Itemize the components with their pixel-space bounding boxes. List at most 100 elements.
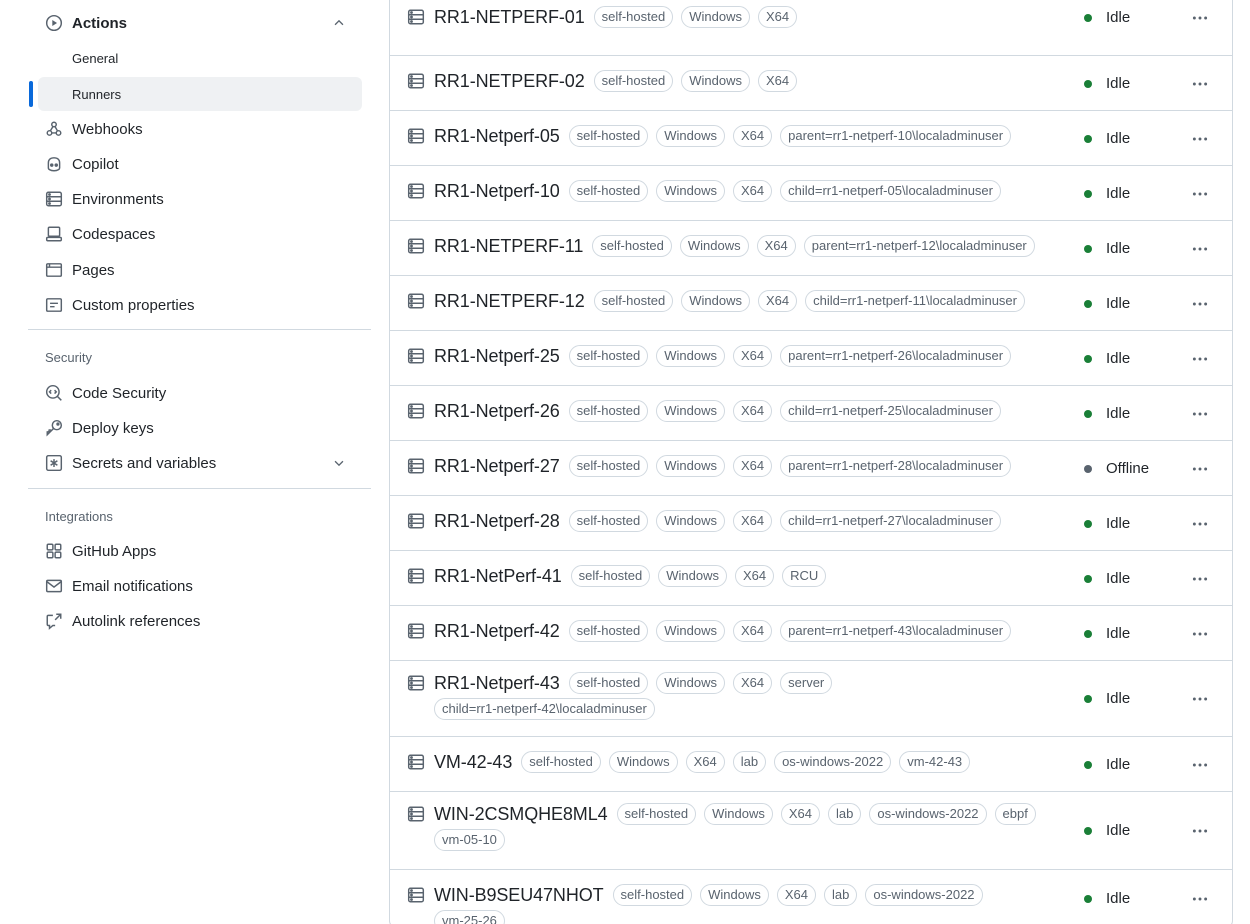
sidebar-item-webhooks[interactable]: Webhooks xyxy=(38,112,362,146)
runner-row: RR1-NETPERF-11 self-hosted Windows X64 paren… xyxy=(390,220,1232,275)
status-text: Idle xyxy=(1106,350,1131,367)
sidebar-item-label: Environments xyxy=(72,190,164,208)
runner-label-tag: child=rr1-netperf-11\localadminuser xyxy=(805,290,1025,312)
kebab-menu-icon[interactable] xyxy=(1190,349,1210,369)
kebab-menu-icon[interactable] xyxy=(1190,294,1210,314)
status-text: Idle xyxy=(1106,240,1131,257)
runner-label-tag: vm-42-43 xyxy=(899,751,971,773)
runner-name-link[interactable]: RR1-NETPERF-11 xyxy=(434,236,583,257)
server-icon xyxy=(406,8,426,26)
runner-label-tag: parent=rr1-netperf-28\localadminuser xyxy=(780,455,1012,477)
runner-status: Idle xyxy=(1084,570,1130,587)
runner-name-link[interactable]: RR1-Netperf-42 xyxy=(434,621,560,642)
kebab-menu-icon[interactable] xyxy=(1190,514,1210,534)
sidebar-item-deploy-keys[interactable]: Deploy keys xyxy=(38,411,362,445)
kebab-menu-icon[interactable] xyxy=(1190,755,1210,775)
runner-name-link[interactable]: RR1-Netperf-43 xyxy=(434,673,560,694)
runner-label-tag: parent=rr1-netperf-26\localadminuser xyxy=(780,345,1012,367)
kebab-menu-icon[interactable] xyxy=(1190,184,1210,204)
sidebar-item-email-notifications[interactable]: Email notifications xyxy=(38,569,362,603)
kebab-menu-icon[interactable] xyxy=(1190,239,1210,259)
runner-label-tag: X64 xyxy=(685,751,725,773)
runner-label-tag: os-windows-2022 xyxy=(774,751,892,773)
runner-label-tag: Windows xyxy=(700,884,769,906)
runner-label-tag: X64 xyxy=(733,180,773,202)
status-text: Idle xyxy=(1106,570,1131,587)
kebab-menu-icon[interactable] xyxy=(1190,129,1210,149)
kebab-menu-icon[interactable] xyxy=(1190,821,1210,841)
chevron-up-icon[interactable] xyxy=(332,16,346,30)
runner-name-link[interactable]: WIN-B9SEU47NHOT xyxy=(434,885,604,906)
runner-name-link[interactable]: RR1-Netperf-28 xyxy=(434,511,560,532)
runner-name-link[interactable]: RR1-NETPERF-02 xyxy=(434,71,585,92)
sidebar-item-environments[interactable]: Environments xyxy=(38,182,362,216)
sidebar-divider xyxy=(28,488,371,489)
kebab-menu-icon[interactable] xyxy=(1190,8,1210,28)
server-icon xyxy=(406,622,426,640)
runner-row: RR1-Netperf-10 self-hosted Windows X64 child… xyxy=(390,165,1232,220)
runner-name-link[interactable]: RR1-NETPERF-01 xyxy=(434,7,585,28)
runner-label-tag: os-windows-2022 xyxy=(865,884,983,906)
runner-name-link[interactable]: RR1-Netperf-10 xyxy=(434,181,560,202)
sidebar-item-codespaces[interactable]: Codespaces xyxy=(38,217,362,251)
sidebar-item-autolink-references[interactable]: Autolink references xyxy=(38,604,362,638)
status-dot-icon xyxy=(1084,574,1092,583)
runner-name-link[interactable]: RR1-Netperf-25 xyxy=(434,346,560,367)
runner-label-tag: Windows xyxy=(679,235,749,257)
apps-icon xyxy=(44,541,64,561)
kebab-menu-icon[interactable] xyxy=(1190,404,1210,424)
runner-label-tag: self-hosted xyxy=(568,620,649,642)
kebab-menu-icon[interactable] xyxy=(1190,74,1210,94)
status-text: Idle xyxy=(1106,890,1131,907)
sidebar-item-actions[interactable]: Actions xyxy=(38,6,362,40)
runner-label-tag: RCU xyxy=(782,565,827,587)
status-dot-icon xyxy=(1084,244,1092,253)
runner-status: Idle xyxy=(1084,405,1130,422)
server-icon xyxy=(406,512,426,530)
runner-label-tag: Windows xyxy=(681,70,750,92)
status-dot-icon xyxy=(1084,464,1092,473)
sidebar-item-label: Actions xyxy=(72,14,128,32)
kebab-menu-icon[interactable] xyxy=(1190,569,1210,589)
asterisk-icon xyxy=(44,453,64,473)
kebab-menu-icon[interactable] xyxy=(1190,624,1210,644)
key-icon xyxy=(44,418,64,438)
kebab-menu-icon[interactable] xyxy=(1190,459,1210,479)
mail-icon xyxy=(44,576,64,596)
server-icon xyxy=(406,567,426,585)
runner-name-link[interactable]: WIN-2CSMQHE8ML4 xyxy=(434,804,608,825)
runner-label-tag: self-hosted xyxy=(568,400,649,422)
runner-name-link[interactable]: RR1-NETPERF-12 xyxy=(434,291,585,312)
runner-name-link[interactable]: RR1-NetPerf-41 xyxy=(434,566,562,587)
runner-name-link[interactable]: RR1-Netperf-26 xyxy=(434,401,560,422)
sidebar-item-runners[interactable]: Runners xyxy=(38,77,362,111)
status-dot-icon xyxy=(1084,134,1092,143)
sidebar-item-label: Runners xyxy=(72,86,122,102)
status-dot-icon xyxy=(1084,409,1092,418)
runner-name-link[interactable]: VM-42-43 xyxy=(434,752,512,773)
sidebar-item-github-apps[interactable]: GitHub Apps xyxy=(38,534,362,568)
kebab-menu-icon[interactable] xyxy=(1190,889,1210,909)
runner-label-tag: server xyxy=(780,672,833,694)
sidebar-item-custom-properties[interactable]: Custom properties xyxy=(38,288,362,322)
sidebar-item-general[interactable]: General xyxy=(38,41,362,75)
runner-name-link[interactable]: RR1-Netperf-05 xyxy=(434,126,560,147)
runner-label-tag: X64 xyxy=(757,70,798,92)
sidebar-item-secrets[interactable]: Secrets and variables xyxy=(38,446,362,480)
status-text: Idle xyxy=(1106,756,1131,773)
runner-name-link[interactable]: RR1-Netperf-27 xyxy=(434,456,560,477)
sidebar-item-pages[interactable]: Pages xyxy=(38,253,362,287)
kebab-menu-icon[interactable] xyxy=(1190,689,1210,709)
runner-label-tag: self-hosted xyxy=(568,672,649,694)
sidebar-item-copilot[interactable]: Copilot xyxy=(38,147,362,181)
runner-label-tag: self-hosted xyxy=(568,125,649,147)
chevron-down-icon[interactable] xyxy=(332,456,346,470)
runner-status: Idle xyxy=(1084,822,1130,839)
sidebar-item-code-security[interactable]: Code Security xyxy=(38,376,362,410)
runner-label-tag: X64 xyxy=(776,884,817,906)
server-icon xyxy=(406,127,426,145)
runner-label-tag: X64 xyxy=(757,290,798,312)
copilot-icon xyxy=(44,154,64,174)
status-text: Idle xyxy=(1106,690,1131,707)
codespaces-icon xyxy=(44,224,64,244)
